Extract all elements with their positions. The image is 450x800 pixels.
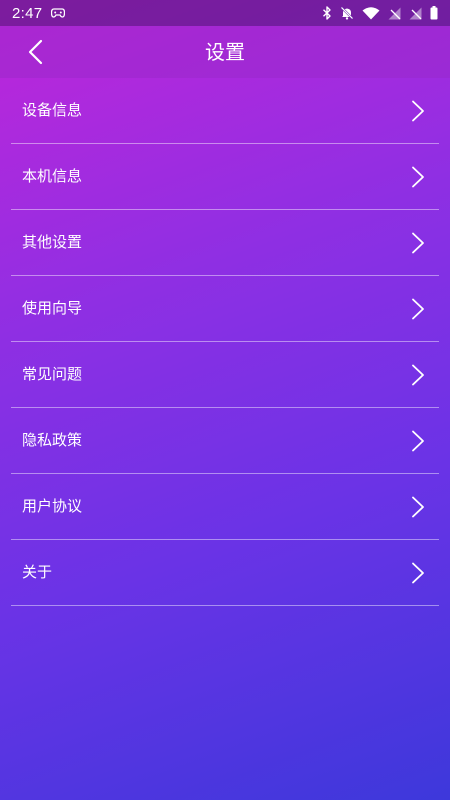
settings-item-label: 常见问题 — [22, 365, 83, 383]
bluetooth-icon — [323, 6, 331, 20]
chevron-right-icon — [412, 166, 424, 188]
settings-item-label: 设备信息 — [22, 101, 83, 119]
settings-item-user-agreement[interactable]: 用户协议 — [11, 474, 439, 540]
status-bar-right — [322, 6, 438, 20]
settings-item-privacy-policy[interactable]: 隐私政策 — [11, 408, 439, 474]
page-title: 设置 — [205, 40, 245, 64]
settings-item-label: 隐私政策 — [22, 431, 83, 449]
settings-list: 设备信息 本机信息 其他设置 使用向导 常见问题 隐私政策 用户协议 关于 — [11, 78, 439, 606]
status-time: 2:47 — [12, 4, 43, 22]
battery-icon — [430, 6, 438, 20]
wifi-icon — [362, 6, 380, 19]
settings-item-faq[interactable]: 常见问题 — [11, 342, 439, 408]
status-bar-left: 2:47 — [12, 4, 66, 22]
gamepad-icon — [51, 8, 66, 18]
settings-item-label: 其他设置 — [22, 233, 83, 251]
chevron-right-icon — [412, 430, 424, 452]
settings-item-label: 用户协议 — [22, 497, 83, 515]
chevron-right-icon — [412, 232, 424, 254]
chevron-right-icon — [412, 298, 424, 320]
settings-item-about[interactable]: 关于 — [11, 540, 439, 606]
chevron-right-icon — [412, 364, 424, 386]
settings-item-local-info[interactable]: 本机信息 — [11, 144, 439, 210]
settings-item-device-info[interactable]: 设备信息 — [11, 78, 439, 144]
signal-off-icon — [388, 7, 401, 19]
settings-item-other-settings[interactable]: 其他设置 — [11, 210, 439, 276]
settings-item-label: 关于 — [22, 563, 53, 581]
notifications-off-icon — [340, 6, 354, 20]
settings-item-label: 使用向导 — [22, 299, 83, 317]
chevron-right-icon — [412, 496, 424, 518]
signal-off-icon — [409, 7, 422, 19]
status-bar: 2:47 — [0, 0, 450, 26]
chevron-right-icon — [412, 562, 424, 584]
settings-item-user-guide[interactable]: 使用向导 — [11, 276, 439, 342]
app-header: 设置 — [0, 26, 450, 78]
settings-item-label: 本机信息 — [22, 167, 83, 185]
chevron-right-icon — [412, 100, 424, 122]
